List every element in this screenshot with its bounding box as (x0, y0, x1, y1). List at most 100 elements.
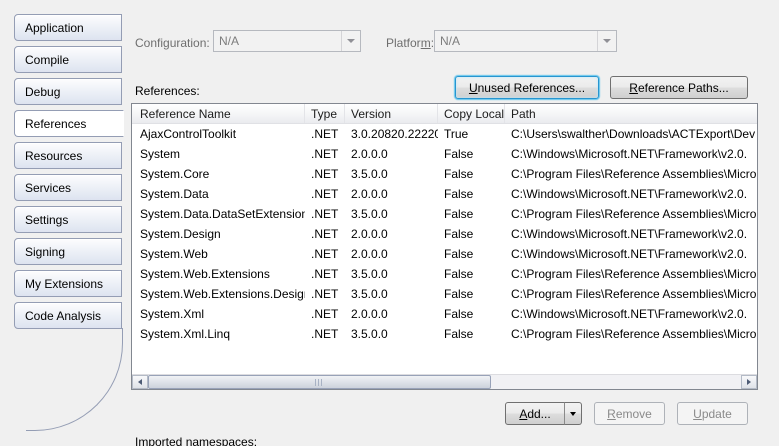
column-header[interactable]: Version (345, 104, 438, 123)
arrow-left-icon (138, 379, 142, 385)
sidebar-tab-code-analysis[interactable]: Code Analysis (14, 302, 122, 329)
sidebar-tab-label: My Extensions (25, 277, 103, 291)
references-table: Reference NameTypeVersionCopy LocalPath … (131, 103, 758, 390)
sidebar-tab-label: Signing (25, 245, 65, 259)
horizontal-scrollbar[interactable] (132, 374, 757, 389)
table-row[interactable]: AjaxControlToolkit.NET3.0.20820.22220Tru… (132, 124, 757, 144)
table-cell: False (438, 224, 505, 244)
table-cell: .NET (305, 284, 345, 304)
table-cell: 2.0.0.0 (345, 184, 438, 204)
table-row[interactable]: System.Core.NET3.5.0.0FalseC:\Program Fi… (132, 164, 757, 184)
sidebar-tab-settings[interactable]: Settings (14, 206, 122, 233)
table-cell: System.Web.Extensions.Design (132, 284, 305, 304)
platform-dropdown: N/A (434, 30, 617, 52)
table-cell: System.Xml.Linq (132, 324, 305, 344)
chevron-down-icon (597, 31, 616, 51)
table-row[interactable]: System.Design.NET2.0.0.0FalseC:\Windows\… (132, 224, 757, 244)
table-cell: System.Data.DataSetExtensions (132, 204, 305, 224)
table-cell: False (438, 324, 505, 344)
table-cell: C:\Program Files\Reference Assemblies\Mi… (505, 284, 757, 304)
scroll-left-button[interactable] (132, 375, 148, 389)
sidebar-tab-references[interactable]: References (14, 110, 124, 137)
table-cell: 2.0.0.0 (345, 304, 438, 324)
table-row[interactable]: System.Data.DataSetExtensions.NET3.5.0.0… (132, 204, 757, 224)
sidebar-tab-label: References (25, 117, 86, 131)
table-cell: C:\Windows\Microsoft.NET\Framework\v2.0. (505, 304, 757, 324)
sidebar-tab-compile[interactable]: Compile (14, 46, 122, 73)
table-cell: False (438, 204, 505, 224)
table-cell: .NET (305, 124, 345, 144)
table-cell: System (132, 144, 305, 164)
table-cell: C:\Windows\Microsoft.NET\Framework\v2.0. (505, 224, 757, 244)
table-row[interactable]: System.Data.NET2.0.0.0FalseC:\Windows\Mi… (132, 184, 757, 204)
table-cell: False (438, 244, 505, 264)
scrollbar-grip-icon (315, 379, 324, 386)
add-reference-button[interactable]: Add... (505, 402, 565, 425)
table-cell: C:\Program Files\Reference Assemblies\Mi… (505, 164, 757, 184)
table-cell: False (438, 164, 505, 184)
column-header[interactable]: Path (505, 104, 757, 123)
remove-reference-button: Remove (594, 402, 665, 425)
table-cell: 3.5.0.0 (345, 264, 438, 284)
sidebar-tab-label: Resources (25, 149, 82, 163)
table-cell: .NET (305, 164, 345, 184)
table-cell: .NET (305, 244, 345, 264)
table-cell: 3.5.0.0 (345, 284, 438, 304)
scroll-right-button[interactable] (741, 375, 757, 389)
table-cell: 2.0.0.0 (345, 244, 438, 264)
add-reference-dropdown-button[interactable] (564, 402, 582, 425)
table-cell: C:\Windows\Microsoft.NET\Framework\v2.0. (505, 144, 757, 164)
table-cell: 3.5.0.0 (345, 164, 438, 184)
table-row[interactable]: System.Web.Extensions.NET3.5.0.0FalseC:\… (132, 264, 757, 284)
table-cell: C:\Windows\Microsoft.NET\Framework\v2.0. (505, 184, 757, 204)
table-body: AjaxControlToolkit.NET3.0.20820.22220Tru… (132, 124, 757, 344)
table-cell: AjaxControlToolkit (132, 124, 305, 144)
table-cell: System.Web (132, 244, 305, 264)
table-cell: C:\Program Files\Reference Assemblies\Mi… (505, 324, 757, 344)
table-cell: System.Data (132, 184, 305, 204)
table-cell: System.Design (132, 224, 305, 244)
references-label: References: (135, 84, 200, 98)
table-cell: System.Web.Extensions (132, 264, 305, 284)
table-row[interactable]: System.NET2.0.0.0FalseC:\Windows\Microso… (132, 144, 757, 164)
project-properties-window: Application Compile Debug References Res… (0, 0, 779, 446)
platform-value: N/A (435, 34, 597, 48)
table-cell: False (438, 184, 505, 204)
table-cell: 2.0.0.0 (345, 224, 438, 244)
chevron-down-icon (341, 31, 360, 51)
scrollbar-track[interactable] (148, 375, 741, 389)
platform-label: Platform: (386, 36, 434, 50)
sidebar-tab-signing[interactable]: Signing (14, 238, 122, 265)
table-cell: False (438, 284, 505, 304)
sidebar-tabs: Application Compile Debug References Res… (14, 14, 122, 334)
table-row[interactable]: System.Xml.Linq.NET3.5.0.0FalseC:\Progra… (132, 324, 757, 344)
table-cell: .NET (305, 264, 345, 284)
sidebar-tab-label: Services (25, 181, 71, 195)
table-row[interactable]: System.Web.Extensions.Design.NET3.5.0.0F… (132, 284, 757, 304)
table-cell: .NET (305, 304, 345, 324)
unused-references-button[interactable]: Unused References... (455, 76, 599, 99)
table-cell: C:\Users\swalther\Downloads\ACTExport\De… (505, 124, 757, 144)
sidebar-tab-debug[interactable]: Debug (14, 78, 122, 105)
sidebar-tab-my-extensions[interactable]: My Extensions (14, 270, 122, 297)
table-cell: C:\Windows\Microsoft.NET\Framework\v2.0. (505, 244, 757, 264)
table-cell: .NET (305, 144, 345, 164)
table-header-row: Reference NameTypeVersionCopy LocalPath (132, 104, 757, 124)
table-row[interactable]: System.Xml.NET2.0.0.0FalseC:\Windows\Mic… (132, 304, 757, 324)
imported-namespaces-label: Imported namespaces: (135, 435, 257, 446)
tab-strip-curve (26, 328, 123, 431)
sidebar-tab-services[interactable]: Services (14, 174, 122, 201)
scrollbar-thumb[interactable] (148, 375, 491, 389)
chevron-down-icon (570, 412, 576, 416)
column-header[interactable]: Reference Name (132, 104, 305, 123)
table-cell: False (438, 264, 505, 284)
reference-paths-button[interactable]: Reference Paths... (610, 76, 748, 99)
column-header[interactable]: Type (305, 104, 345, 123)
sidebar-tab-resources[interactable]: Resources (14, 142, 122, 169)
table-cell: System.Core (132, 164, 305, 184)
sidebar-tab-label: Settings (25, 213, 68, 227)
table-row[interactable]: System.Web.NET2.0.0.0FalseC:\Windows\Mic… (132, 244, 757, 264)
sidebar-tab-application[interactable]: Application (14, 14, 122, 41)
column-header[interactable]: Copy Local (438, 104, 505, 123)
sidebar-tab-label: Compile (25, 53, 69, 67)
